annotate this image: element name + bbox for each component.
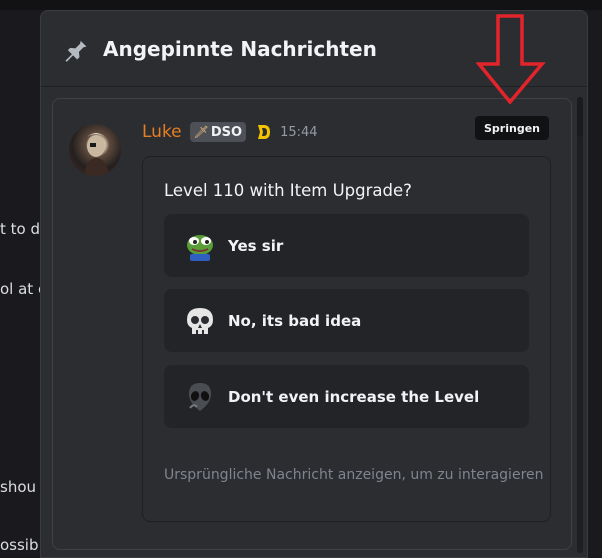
server-tag[interactable]: 🗡 DSO — [189, 122, 247, 142]
scrollbar[interactable] — [577, 97, 583, 553]
poll-answer-label: Don't even increase the Level — [228, 387, 480, 406]
poll-footer-hint[interactable]: Ursprüngliche Nachricht anzeigen, um zu … — [164, 467, 544, 483]
sword-icon: 🗡 — [193, 125, 209, 139]
poll-answer[interactable]: Don't even increase the Level — [164, 365, 529, 428]
message-header: Luke 🗡 DSO 15:44 — [142, 121, 318, 143]
poll-answer[interactable]: No, its bad idea — [164, 289, 529, 352]
scrollbar-thumb[interactable] — [577, 97, 583, 137]
server-tag-label: DSO — [210, 124, 243, 140]
timestamp: 15:44 — [280, 124, 318, 140]
pin-icon — [61, 34, 91, 64]
background-chat-text: ossib — [0, 536, 39, 554]
background-chat-text: t to dı — [0, 220, 45, 238]
pinned-message-card[interactable]: Luke 🗡 DSO 15:44 Springen Level 110 with… — [52, 98, 572, 550]
poll: Level 110 with Item Upgrade? Yes sir No,… — [142, 156, 551, 522]
username[interactable]: Luke — [142, 122, 182, 142]
skull-emoji-icon — [184, 305, 216, 337]
avatar[interactable] — [69, 124, 121, 176]
nitro-boost-icon[interactable] — [254, 123, 272, 141]
alien-emoji-icon — [184, 381, 216, 413]
poll-answer[interactable]: Yes sir — [164, 214, 529, 277]
poll-answer-label: Yes sir — [228, 236, 284, 255]
pepe-frog-emoji-icon — [184, 230, 216, 262]
background-chat-text: shou — [0, 478, 37, 496]
poll-question: Level 110 with Item Upgrade? — [164, 181, 412, 200]
popout-title: Angepinnte Nachrichten — [103, 36, 377, 61]
jump-button[interactable]: Springen — [475, 116, 549, 140]
poll-answer-label: No, its bad idea — [228, 311, 362, 330]
window-top-strip — [0, 0, 602, 10]
down-arrow-icon — [475, 14, 546, 108]
